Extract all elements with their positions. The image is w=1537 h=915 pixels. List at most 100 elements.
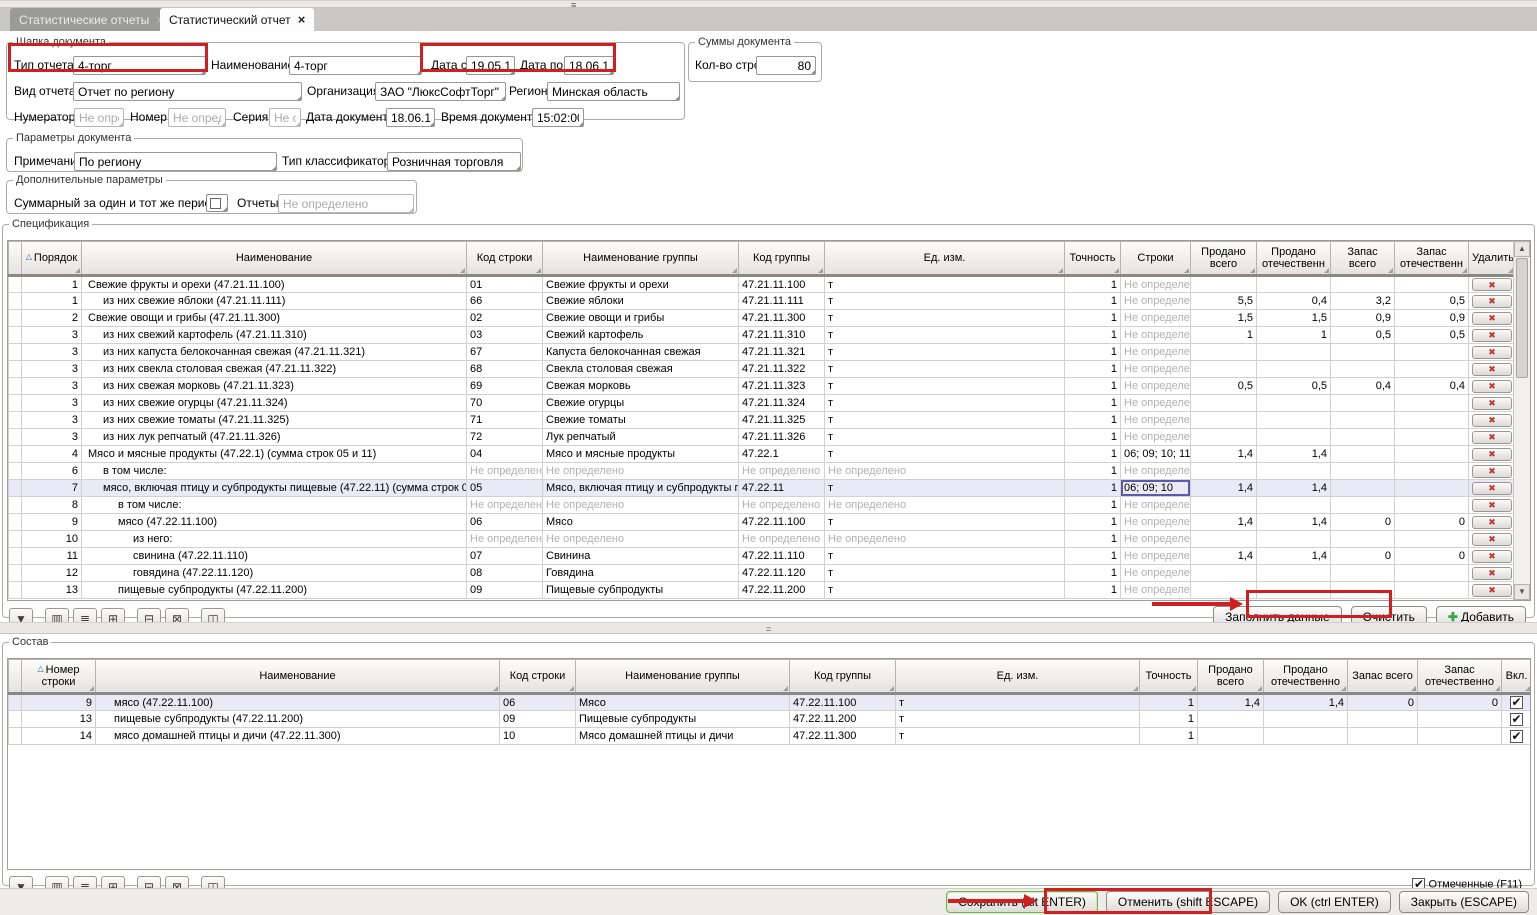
sostav-row[interactable]: 13пищевые субпродукты (47.22.11.200)09Пи…	[9, 711, 1532, 728]
cell-stock_dom[interactable]	[1395, 429, 1469, 446]
include-checkbox[interactable]: ✔	[1510, 730, 1523, 743]
cell-gcode[interactable]: 47.22.11.100	[790, 694, 896, 711]
spec-row[interactable]: 3из них лук репчатый (47.21.11.326)72Лук…	[9, 429, 1515, 446]
cell-gcode[interactable]: 47.21.11.326	[739, 429, 825, 446]
cell-group[interactable]: Не определено	[543, 531, 739, 548]
scroll-down-icon[interactable]: ▼	[1514, 584, 1530, 600]
cell-stock_dom[interactable]	[1395, 395, 1469, 412]
column-header[interactable]: Вкл.	[1502, 660, 1532, 694]
cell-sold_total[interactable]	[1191, 395, 1257, 412]
cell-unit[interactable]: т	[825, 565, 1065, 582]
cell-prec[interactable]: 1	[1065, 463, 1121, 480]
cell-name[interactable]: пищевые субпродукты (47.22.11.200)	[96, 711, 500, 728]
cell-stock_total[interactable]	[1331, 565, 1395, 582]
cell-sold_dom[interactable]	[1257, 497, 1331, 514]
cell-stock_total[interactable]: 0,9	[1331, 310, 1395, 327]
cell-prec[interactable]: 1	[1065, 480, 1121, 497]
cell-group[interactable]: Свежие огурцы	[543, 395, 739, 412]
include-checkbox[interactable]: ✔	[1510, 696, 1523, 709]
cell-gcode[interactable]: 47.21.11.111	[739, 293, 825, 310]
cell-strokes[interactable]: Не определено	[1121, 412, 1191, 429]
cell-sold_dom[interactable]	[1257, 582, 1331, 599]
cell-unit[interactable]: Не определено	[825, 497, 1065, 514]
cell-code[interactable]: 69	[467, 378, 543, 395]
cell-strokes[interactable]: Не определено	[1121, 378, 1191, 395]
cell-stock_dom[interactable]: 0,5	[1395, 293, 1469, 310]
save-button[interactable]: Сохранить (alt ENTER)	[946, 891, 1098, 913]
delete-row-button[interactable]: ✖	[1472, 295, 1512, 308]
reports-input[interactable]	[278, 194, 414, 213]
tab-statistical-report[interactable]: Статистический отчет ×	[160, 8, 314, 31]
cell-stock_total[interactable]: 0	[1331, 548, 1395, 565]
column-header[interactable]: Ед. изм.	[825, 242, 1065, 276]
column-header[interactable]: Продано всего	[1191, 242, 1257, 276]
cell-name[interactable]: мясо, включая птицу и субпродукты пищевы…	[82, 480, 467, 497]
column-header[interactable]: Код группы	[790, 660, 896, 694]
cell-sold_total[interactable]: 1,4	[1191, 514, 1257, 531]
cell-code[interactable]: 04	[467, 446, 543, 463]
scroll-thumb[interactable]	[1516, 258, 1528, 378]
column-header[interactable]: Запас всего	[1331, 242, 1395, 276]
cell-gcode[interactable]: 47.22.11.200	[739, 582, 825, 599]
cell-unit[interactable]: т	[825, 327, 1065, 344]
cell-prec[interactable]: 1	[1065, 344, 1121, 361]
spec-row[interactable]: 3из них свекла столовая свежая (47.21.11…	[9, 361, 1515, 378]
cell-code[interactable]: Не определено	[467, 463, 543, 480]
cell-strokes[interactable]: Не определено	[1121, 463, 1191, 480]
cell-stock_dom[interactable]	[1395, 412, 1469, 429]
cell-sold_dom[interactable]: 1,5	[1257, 310, 1331, 327]
date-to-input[interactable]	[564, 56, 614, 75]
cell-stock_total[interactable]	[1331, 582, 1395, 599]
cell-group[interactable]: Свежие фрукты и орехи	[543, 276, 739, 293]
cell-code[interactable]: 06	[467, 514, 543, 531]
column-header[interactable]: Наименование группы	[576, 660, 790, 694]
cell-strokes[interactable]: Не определено	[1121, 276, 1191, 293]
cell-code[interactable]: 70	[467, 395, 543, 412]
cell-num[interactable]: 13	[22, 711, 96, 728]
cell-group[interactable]: Не определено	[543, 463, 739, 480]
delete-row-button[interactable]: ✖	[1472, 346, 1512, 359]
cell-name[interactable]: говядина (47.22.11.120)	[82, 565, 467, 582]
cell-stock_total[interactable]: 0	[1331, 514, 1395, 531]
top-splitter[interactable]: ≡	[0, 0, 1537, 8]
cell-gcode[interactable]: 47.21.11.321	[739, 344, 825, 361]
cell-stock_dom[interactable]: 0	[1395, 514, 1469, 531]
cell-code[interactable]: 71	[467, 412, 543, 429]
cell-stock_dom[interactable]	[1395, 582, 1469, 599]
cell-name[interactable]: из них свежие огурцы (47.21.11.324)	[82, 395, 467, 412]
spec-row[interactable]: 6в том числе:Не определеноНе определеноН…	[9, 463, 1515, 480]
cell-sold_dom[interactable]: 1,4	[1257, 446, 1331, 463]
column-header[interactable]: Продано отечественно	[1264, 660, 1348, 694]
cell-strokes[interactable]: Не определено	[1121, 344, 1191, 361]
cell-num[interactable]: 14	[22, 728, 96, 745]
cell-prec[interactable]: 1	[1065, 565, 1121, 582]
spec-row[interactable]: 2Свежие овощи и грибы (47.21.11.300)02Св…	[9, 310, 1515, 327]
cell-gcode[interactable]: Не определено	[739, 497, 825, 514]
cell-name[interactable]: из них свежий картофель (47.21.11.310)	[82, 327, 467, 344]
cell-gcode[interactable]: 47.22.11	[739, 480, 825, 497]
cell-name[interactable]: из них свежие томаты (47.21.11.325)	[82, 412, 467, 429]
cell-name[interactable]: мясо (47.22.11.100)	[96, 694, 500, 711]
cell-sold_dom[interactable]	[1264, 711, 1348, 728]
cell-prec[interactable]: 1	[1065, 378, 1121, 395]
number-input[interactable]	[168, 108, 226, 127]
cell-code[interactable]: 66	[467, 293, 543, 310]
cell-sold_dom[interactable]: 0,4	[1257, 293, 1331, 310]
spec-row[interactable]: 3из них капуста белокочанная свежая (47.…	[9, 344, 1515, 361]
column-header[interactable]: △Номер строки	[22, 660, 96, 694]
cell-stock_total[interactable]	[1348, 711, 1418, 728]
delete-row-button[interactable]: ✖	[1472, 448, 1512, 461]
cell-prec[interactable]: 1	[1065, 293, 1121, 310]
cell-prec[interactable]: 1	[1065, 446, 1121, 463]
cell-group[interactable]: Не определено	[543, 497, 739, 514]
spec-row[interactable]: 3из них свежая морковь (47.21.11.323)69С…	[9, 378, 1515, 395]
cell-strokes[interactable]: Не определено	[1121, 310, 1191, 327]
cell-order[interactable]: 3	[22, 395, 82, 412]
cell-group[interactable]: Мясо	[576, 694, 790, 711]
cell-stock_total[interactable]	[1331, 480, 1395, 497]
cell-code[interactable]: 67	[467, 344, 543, 361]
cell-stock_dom[interactable]: 0	[1418, 694, 1502, 711]
cell-sold_total[interactable]	[1191, 344, 1257, 361]
spec-row[interactable]: 8в том числе:Не определеноНе определеноН…	[9, 497, 1515, 514]
cell-sold_dom[interactable]	[1257, 395, 1331, 412]
